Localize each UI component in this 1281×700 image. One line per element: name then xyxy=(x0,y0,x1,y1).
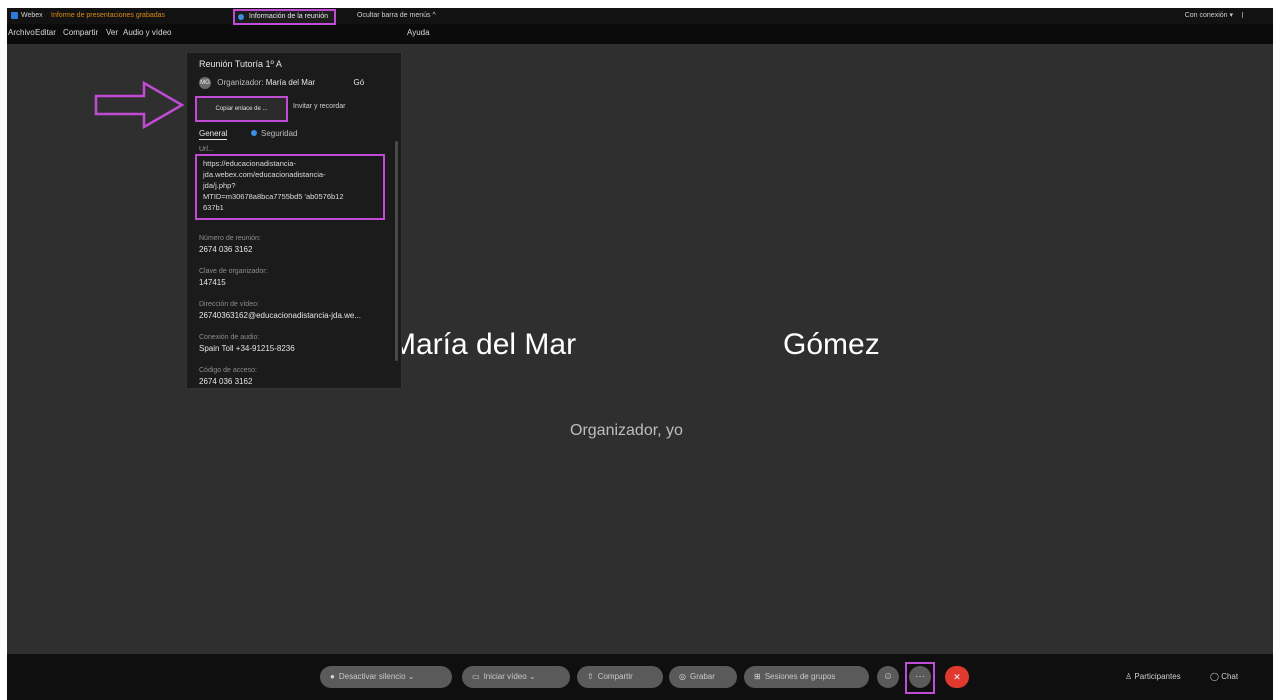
meeting-title: Reunión Tutoría 1º A xyxy=(199,59,282,69)
host-key-value: 147415 xyxy=(199,278,226,287)
end-call-icon[interactable]: ✕ xyxy=(945,666,969,688)
share-button[interactable]: ⇧ Compartir xyxy=(577,666,663,688)
menu-editar[interactable]: Editar xyxy=(35,26,56,40)
audio-connection-value: Spain Toll +34-91215-8236 xyxy=(199,344,295,353)
record-button[interactable]: ◎ Grabar xyxy=(669,666,737,688)
camera-icon: ▭ xyxy=(472,672,480,681)
recording-warning[interactable]: Informe de presentaciones grabadas xyxy=(51,8,165,24)
redaction-block xyxy=(317,78,352,88)
menu-archivo[interactable]: Archivo xyxy=(8,26,35,40)
annotation-arrow-outline xyxy=(94,80,185,130)
meeting-info-panel: Reunión Tutoría 1º A MG Organizador: Mar… xyxy=(186,52,402,389)
organizer-surname-fragment: Gó xyxy=(353,78,365,88)
organizer-label: Organizador: xyxy=(217,78,264,88)
avatar: MG xyxy=(199,77,211,89)
start-video-button[interactable]: ▭ Iniciar vídeo ⌄ xyxy=(462,666,570,688)
control-bar: ● Desactivar silencio ⌄ ▭ Iniciar vídeo ⌄ … xyxy=(7,654,1273,700)
video-address-label: Dirección de vídeo: xyxy=(199,301,259,308)
hide-menu-bar-button[interactable]: Ocultar barra de menús ^ xyxy=(357,8,436,24)
breakout-icon: ⊞ xyxy=(754,672,761,681)
microphone-icon: ● xyxy=(330,672,335,681)
audio-connection-label: Conexión de audio: xyxy=(199,334,260,341)
webex-logo-icon xyxy=(11,12,18,19)
app-name: Webex xyxy=(21,12,43,19)
participant-first-name: María del Mar xyxy=(391,328,577,361)
url-line: jda/j.php? xyxy=(203,181,236,190)
url-line: 637b1 xyxy=(203,203,224,212)
meeting-info-button[interactable]: Información de la reunión xyxy=(233,9,336,25)
share-icon: ⇧ xyxy=(587,672,594,681)
organizer-name: María del Mar xyxy=(265,78,316,88)
tab-security[interactable]: Seguridad xyxy=(251,129,297,138)
url-line: jda.webex.com/educacionadistancia- xyxy=(203,170,326,179)
person-icon: ♙ xyxy=(1125,672,1135,681)
webex-window: Webex Informe de presentaciones grabadas… xyxy=(7,8,1273,700)
shield-icon xyxy=(251,130,257,136)
url-line: https://educacionadistancia- xyxy=(203,159,296,168)
chat-button[interactable]: ◯ Chat xyxy=(1210,666,1238,688)
url-label: Url... xyxy=(199,146,214,153)
menu-audio-video[interactable]: Audio y vídeo xyxy=(123,26,171,40)
organizer-row: MG Organizador: María del Mar Gó xyxy=(199,77,364,89)
info-icon xyxy=(238,14,244,20)
breakout-sessions-button[interactable]: ⊞ Sesiones de grupos xyxy=(744,666,869,688)
participants-button[interactable]: ♙ Participantes xyxy=(1125,666,1181,688)
meeting-url[interactable]: https://educacionadistancia- jda.webex.c… xyxy=(195,154,385,220)
connection-status[interactable]: Con conexión ▾ xyxy=(1185,8,1233,24)
participant-last-name: Gómez xyxy=(783,328,880,361)
host-key-label: Clave de organizador: xyxy=(199,268,268,275)
meeting-number-value: 2674 036 3162 xyxy=(199,245,253,254)
access-code-label: Código de acceso: xyxy=(199,367,257,374)
panel-scrollbar[interactable] xyxy=(395,141,398,361)
menu-bar: Archivo Editar Compartir Ver Audio y víd… xyxy=(7,26,1273,40)
menu-ver[interactable]: Ver xyxy=(106,26,118,40)
invite-remind-button[interactable]: Invitar y recordar xyxy=(293,103,346,110)
record-icon: ◎ xyxy=(679,672,686,681)
chat-icon: ◯ xyxy=(1210,672,1222,681)
window-controls[interactable] xyxy=(1242,12,1263,18)
title-bar: Webex Informe de presentaciones grabadas… xyxy=(7,8,1273,25)
access-code-value: 2674 036 3162 xyxy=(199,377,253,386)
copy-link-button[interactable]: Copiar enlace de ... xyxy=(195,96,288,122)
more-options-highlight xyxy=(905,662,935,694)
menu-ayuda[interactable]: Ayuda xyxy=(407,26,430,40)
tab-general[interactable]: General xyxy=(199,129,228,140)
menu-compartir[interactable]: Compartir xyxy=(63,26,98,40)
participant-role: Organizador, yo xyxy=(570,422,683,439)
reactions-icon[interactable]: ☺ xyxy=(877,666,899,688)
url-line: MTID=m30678a8bca7755bd5 'ab0576b12 xyxy=(203,192,344,201)
unmute-button[interactable]: ● Desactivar silencio ⌄ xyxy=(320,666,452,688)
video-address-value: 26740363162@educacionadistancia-jda.we..… xyxy=(199,311,362,320)
meeting-number-label: Número de reunión: xyxy=(199,235,261,242)
